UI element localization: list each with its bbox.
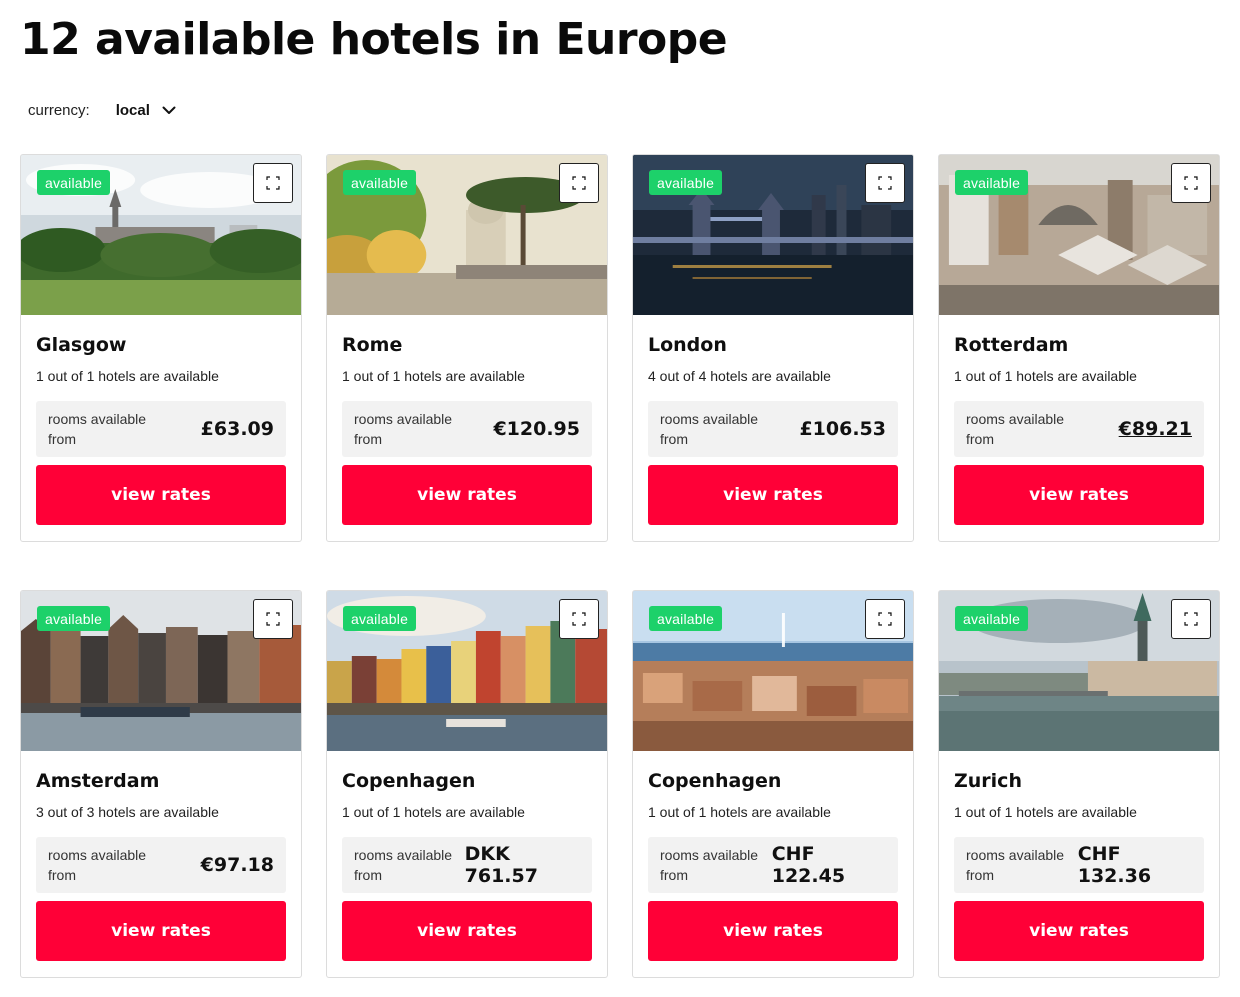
hotel-card: available Rotterdam 1 out of 1 hotels ar… (938, 154, 1220, 542)
expand-image-button[interactable] (1171, 599, 1211, 639)
price-value: €89.21 (1118, 418, 1192, 440)
price-box: rooms available from €97.18 (36, 837, 286, 893)
availability-text: 1 out of 1 hotels are available (954, 368, 1137, 384)
view-rates-button[interactable]: view rates (36, 901, 286, 961)
city-image: available (21, 155, 301, 315)
expand-icon (1184, 612, 1198, 626)
price-box: rooms available from £63.09 (36, 401, 286, 457)
rooms-available-label: rooms available from (354, 411, 453, 447)
expand-image-button[interactable] (559, 163, 599, 203)
expand-icon (572, 612, 586, 626)
availability-text: 1 out of 1 hotels are available (954, 804, 1137, 820)
price-value: CHF 122.45 (771, 843, 846, 887)
hotel-card: available Glasgow 1 out of 1 hotels are … (20, 154, 302, 542)
view-rates-button[interactable]: view rates (342, 901, 592, 961)
hotel-grid: available Glasgow 1 out of 1 hotels are … (20, 154, 1220, 978)
expand-image-button[interactable] (559, 599, 599, 639)
rooms-available-label: rooms available from (966, 411, 1065, 447)
currency-dropdown[interactable]: local (116, 102, 176, 119)
rooms-available-label: rooms available from (354, 847, 453, 883)
city-image: available (939, 155, 1219, 315)
rooms-available-label: rooms available from (660, 847, 759, 883)
availability-badge: available (343, 170, 417, 195)
rooms-available-label: rooms available from (966, 847, 1065, 883)
availability-badge: available (955, 606, 1029, 631)
expand-image-button[interactable] (1171, 163, 1211, 203)
availability-text: 4 out of 4 hotels are available (648, 368, 831, 384)
price-box: rooms available from €89.21 (954, 401, 1204, 457)
price-box: rooms available from DKK 761.57 (342, 837, 592, 893)
city-image: available (633, 591, 913, 751)
currency-value: local (115, 101, 150, 119)
expand-image-button[interactable] (253, 163, 293, 203)
city-image: available (21, 591, 301, 751)
city-name: Copenhagen (648, 770, 782, 792)
availability-text: 1 out of 1 hotels are available (342, 804, 525, 820)
view-rates-button[interactable]: view rates (954, 465, 1204, 525)
price-value: €120.95 (493, 418, 580, 440)
city-name: Amsterdam (36, 770, 160, 792)
city-image: available (327, 591, 607, 751)
hotel-card: available Zurich 1 out of 1 hotels are a… (938, 590, 1220, 978)
expand-icon (878, 612, 892, 626)
hotel-card: available Amsterdam 3 out of 3 hotels ar… (20, 590, 302, 978)
expand-image-button[interactable] (865, 163, 905, 203)
availability-text: 1 out of 1 hotels are available (342, 368, 525, 384)
view-rates-button[interactable]: view rates (648, 901, 898, 961)
currency-label: currency: (28, 101, 90, 119)
rooms-available-label: rooms available from (48, 411, 147, 447)
currency-selector: currency: local (28, 98, 176, 122)
availability-text: 1 out of 1 hotels are available (648, 804, 831, 820)
city-image: available (633, 155, 913, 315)
availability-badge: available (37, 606, 111, 631)
availability-badge: available (955, 170, 1029, 195)
price-box: rooms available from €120.95 (342, 401, 592, 457)
rooms-available-label: rooms available from (48, 847, 147, 883)
chevron-down-icon (162, 106, 176, 115)
hotel-card: available London 4 out of 4 hotels are a… (632, 154, 914, 542)
price-box: rooms available from CHF 132.36 (954, 837, 1204, 893)
availability-badge: available (649, 606, 723, 631)
city-name: Zurich (954, 770, 1022, 792)
city-image: available (327, 155, 607, 315)
price-value: CHF 132.36 (1077, 843, 1152, 887)
expand-icon (1184, 176, 1198, 190)
price-box: rooms available from CHF 122.45 (648, 837, 898, 893)
hotel-card: available Copenhagen 1 out of 1 hotels a… (326, 590, 608, 978)
city-name: Glasgow (36, 334, 127, 356)
expand-image-button[interactable] (253, 599, 293, 639)
hotel-card: available Copenhagen 1 out of 1 hotels a… (632, 590, 914, 978)
view-rates-button[interactable]: view rates (36, 465, 286, 525)
rooms-available-label: rooms available from (660, 411, 759, 447)
view-rates-button[interactable]: view rates (342, 465, 592, 525)
city-name: London (648, 334, 727, 356)
availability-badge: available (649, 170, 723, 195)
price-value: £63.09 (200, 418, 274, 440)
expand-image-button[interactable] (865, 599, 905, 639)
expand-icon (266, 176, 280, 190)
price-value: €97.18 (200, 854, 274, 876)
price-box: rooms available from £106.53 (648, 401, 898, 457)
city-name: Copenhagen (342, 770, 476, 792)
hotel-card: available Rome 1 out of 1 hotels are ava… (326, 154, 608, 542)
view-rates-button[interactable]: view rates (954, 901, 1204, 961)
expand-icon (878, 176, 892, 190)
price-value: £106.53 (799, 418, 886, 440)
availability-text: 1 out of 1 hotels are available (36, 368, 219, 384)
view-rates-button[interactable]: view rates (648, 465, 898, 525)
city-image: available (939, 591, 1219, 751)
city-name: Rotterdam (954, 334, 1069, 356)
expand-icon (266, 612, 280, 626)
availability-text: 3 out of 3 hotels are available (36, 804, 219, 820)
expand-icon (572, 176, 586, 190)
price-value: DKK 761.57 (464, 843, 538, 887)
page-title: 12 available hotels in Europe (20, 14, 728, 65)
availability-badge: available (343, 606, 417, 631)
availability-badge: available (37, 170, 111, 195)
city-name: Rome (342, 334, 403, 356)
